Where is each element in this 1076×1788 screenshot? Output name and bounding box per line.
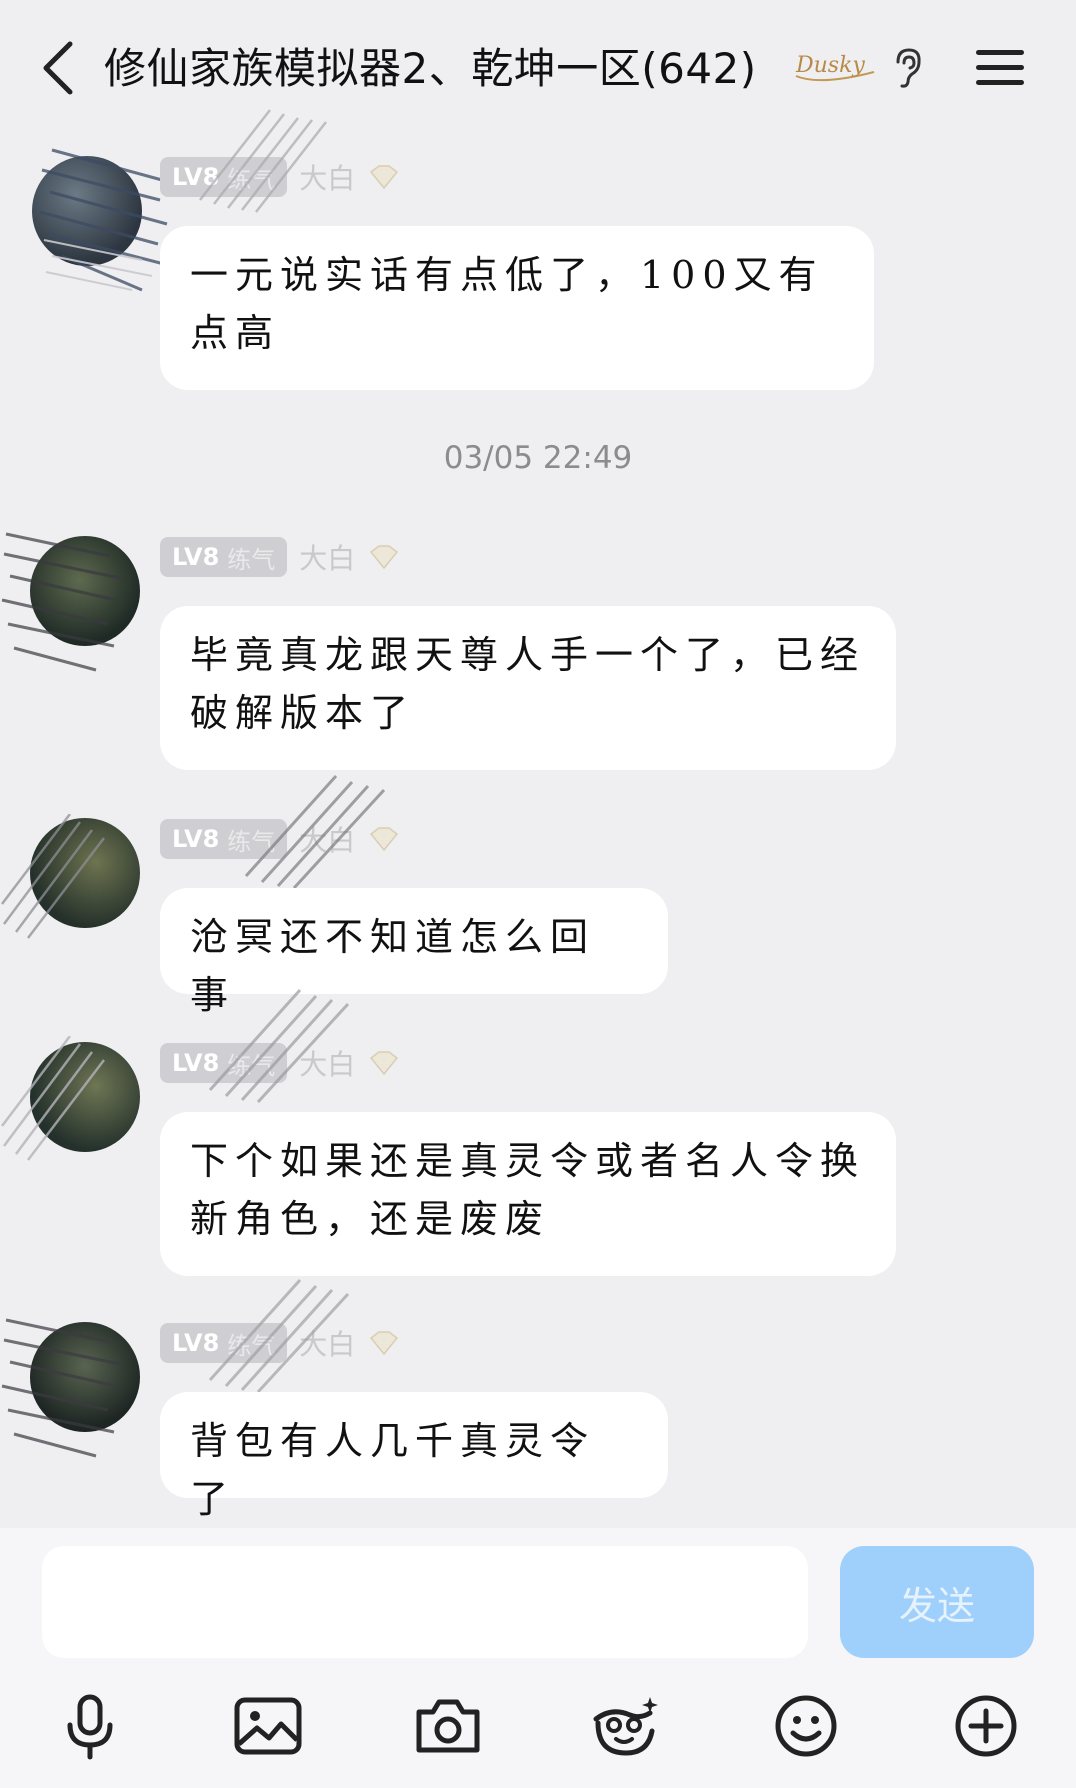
message-composer: 发送	[0, 1528, 1076, 1788]
scribble-redaction	[208, 1278, 350, 1394]
timestamp: 03/05 22:49	[443, 440, 633, 476]
group-title[interactable]: 修仙家族模拟器2、乾坤一区(642)	[104, 38, 757, 100]
plus-icon[interactable]	[946, 1686, 1026, 1766]
message-bubble[interactable]: 一元说实话有点低了，100又有点高	[160, 226, 874, 390]
emoji-icon[interactable]	[766, 1686, 846, 1766]
microphone-icon[interactable]	[50, 1686, 130, 1766]
ear-icon[interactable]	[892, 46, 924, 90]
sender-nickname[interactable]: 大白	[299, 537, 355, 577]
scribble-redaction	[199, 109, 327, 213]
honor-badge-icon	[370, 545, 399, 570]
send-button[interactable]: 发送	[840, 1546, 1034, 1658]
input-toolbar	[0, 1686, 1076, 1766]
scribble-redaction	[208, 988, 350, 1104]
honor-badge-icon	[370, 165, 399, 190]
level-text: LV8	[172, 825, 220, 853]
sender-meta: LV8 练气 大白	[160, 536, 401, 578]
message-bubble[interactable]: 毕竟真龙跟天尊人手一个了，已经破解版本了	[160, 606, 896, 770]
message-bubble[interactable]: 沧冥还不知道怎么回事	[160, 888, 668, 1017]
scribble-redaction	[244, 774, 386, 890]
message-bubble[interactable]: 背包有人几千真灵令了	[160, 1392, 668, 1521]
camera-icon[interactable]	[408, 1686, 488, 1766]
sticker-icon[interactable]	[586, 1686, 666, 1766]
chat-header: 修仙家族模拟器2、乾坤一区(642) Dusky	[0, 0, 1076, 130]
brand-text: Dusky	[795, 53, 865, 78]
honor-badge-icon	[370, 1051, 399, 1076]
message-input[interactable]	[42, 1546, 808, 1658]
scribble-redaction	[39, 148, 168, 292]
scribble-redaction	[1, 814, 105, 939]
scribble-redaction	[1, 1036, 105, 1161]
rank-text: 练气	[227, 545, 276, 574]
message-bubble[interactable]: 下个如果还是真灵令或者名人令换新角色，还是废废	[160, 1112, 896, 1276]
honor-badge-icon	[370, 1331, 399, 1356]
brand-logo: Dusky	[795, 53, 875, 82]
menu-icon[interactable]	[974, 46, 1026, 90]
level-text: LV8	[172, 543, 220, 571]
scribble-redaction	[1, 1318, 121, 1458]
level-badge: LV8 练气	[160, 537, 288, 577]
back-icon[interactable]	[38, 38, 78, 98]
image-icon[interactable]	[228, 1686, 308, 1766]
scribble-redaction	[1, 532, 121, 672]
